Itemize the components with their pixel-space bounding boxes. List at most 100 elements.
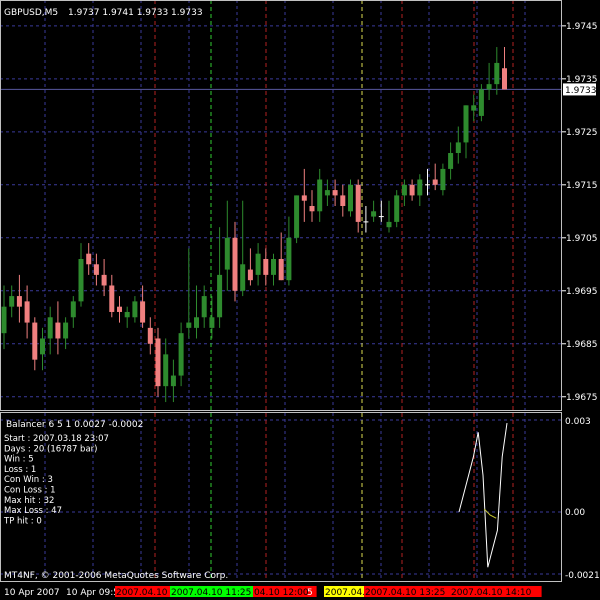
candle-body bbox=[409, 184, 415, 196]
candle bbox=[294, 195, 300, 244]
candle-body bbox=[355, 184, 361, 222]
indicator-stat-line: Con Loss : 1 bbox=[4, 486, 56, 496]
time-tag-label: 2007.04.10 13:25 bbox=[365, 588, 445, 598]
candle-body bbox=[247, 269, 253, 281]
candle-body bbox=[132, 301, 138, 318]
candle-body bbox=[394, 195, 400, 222]
candle-body bbox=[47, 317, 53, 339]
indicator-stat-line: Max hit : 32 bbox=[4, 496, 54, 506]
time-tag: 2007.04.10 11:25 bbox=[170, 586, 262, 598]
candle-body bbox=[271, 258, 276, 275]
time-tag: 2007.04.10 13:25 bbox=[364, 586, 456, 598]
candle-body bbox=[124, 311, 130, 318]
indicator-stat-line: Win : 5 bbox=[4, 455, 34, 465]
price-tick-label: 1.9695 bbox=[566, 287, 598, 297]
candle-body bbox=[286, 237, 292, 281]
candle bbox=[478, 84, 484, 122]
candle-body bbox=[16, 296, 22, 307]
candle-body bbox=[117, 306, 122, 312]
candle-body bbox=[194, 317, 199, 328]
candle-body bbox=[201, 296, 207, 318]
candle-body bbox=[163, 354, 169, 387]
price-tick-label: 1.9735 bbox=[566, 75, 598, 85]
candle bbox=[394, 190, 400, 228]
candle-body bbox=[1, 306, 7, 334]
trading-chart[interactable]: GBPUSD,M5 1.9737 1.9741 1.9733 1.9733 1.… bbox=[0, 0, 600, 600]
price-tick-label: 1.9725 bbox=[566, 128, 598, 138]
indicator-axis-bottom: -0.0021 bbox=[565, 571, 600, 581]
candle-body bbox=[309, 206, 315, 212]
indicator-axis-top: 0.003 bbox=[565, 417, 591, 427]
time-axis[interactable]: 10 Apr 2007 10 Apr 09:5 2007.04.10 2007.0… bbox=[4, 586, 542, 598]
candle-body bbox=[502, 68, 507, 90]
candle-body bbox=[224, 237, 230, 270]
candle-body bbox=[401, 184, 407, 196]
candle-body bbox=[178, 333, 184, 376]
candle-body bbox=[40, 338, 45, 355]
time-tag-label: 2007.04. bbox=[325, 588, 365, 598]
indicator-stat-line: Loss : 1 bbox=[4, 465, 36, 475]
candle-body bbox=[471, 105, 477, 111]
candle-body bbox=[147, 327, 153, 344]
time-tag-label: 2007.04.10 14:10 bbox=[451, 588, 532, 598]
candle-body bbox=[101, 274, 107, 286]
candle-body bbox=[301, 195, 307, 201]
candle-body bbox=[494, 62, 500, 85]
time-tag-label: 2007.04.10 bbox=[116, 588, 168, 598]
price-tick-label: 1.9745 bbox=[566, 22, 598, 32]
time-label-time: 10 Apr 09:5 bbox=[66, 588, 119, 598]
indicator-stat-line: Days : 20 (16787 bar) bbox=[4, 444, 97, 454]
candle-body bbox=[440, 168, 446, 191]
current-price-value: 1.9733 bbox=[565, 86, 597, 96]
time-tag-label: 2007.04.10 11:25 bbox=[171, 588, 251, 598]
time-tag-label: 04.10 12:00 bbox=[254, 588, 309, 598]
candle-body bbox=[209, 317, 215, 328]
candle-body bbox=[417, 179, 423, 196]
indicator-stat-line: Con Win : 3 bbox=[4, 475, 53, 485]
candle-body bbox=[463, 105, 469, 143]
candle-body bbox=[86, 253, 92, 265]
ohlc-values: 1.9737 1.9741 1.9733 1.9733 bbox=[68, 8, 203, 18]
candle-body bbox=[109, 285, 115, 312]
time-tag: 5 bbox=[307, 588, 313, 598]
price-tick-label: 1.9675 bbox=[566, 393, 598, 403]
candle-body bbox=[455, 142, 461, 154]
candle-body bbox=[217, 274, 223, 318]
time-tag-label: 5 bbox=[307, 588, 313, 598]
candle-body bbox=[263, 258, 269, 275]
candle-body bbox=[432, 179, 438, 185]
candle-body bbox=[348, 184, 353, 212]
current-price-label: 1.9733 bbox=[563, 83, 597, 96]
candle-body bbox=[294, 195, 300, 238]
candle-body bbox=[255, 253, 261, 275]
candle-body bbox=[486, 84, 492, 90]
candle-body bbox=[70, 301, 76, 318]
symbol-timeframe: GBPUSD,M5 bbox=[4, 8, 58, 18]
candle-body bbox=[186, 322, 192, 328]
time-tags: 2007.04.10 2007.04.10 11:25 04.10 12:005 20… bbox=[115, 586, 542, 598]
candle-body bbox=[448, 153, 454, 169]
candle-body bbox=[32, 322, 38, 360]
price-tick-label: 1.9685 bbox=[566, 340, 598, 350]
time-label-date: 10 Apr 2007 bbox=[4, 588, 60, 598]
copyright-footer: MT4NF, © 2001-2006 MetaQuotes Software C… bbox=[4, 571, 228, 581]
candle-body bbox=[386, 221, 392, 228]
candle-body bbox=[240, 264, 246, 291]
time-tag: 2007.04.10 bbox=[115, 586, 173, 598]
candle-body bbox=[155, 338, 161, 387]
candle-body bbox=[78, 258, 84, 302]
time-tag: 2007.04.10 14:10 bbox=[450, 586, 542, 598]
candle-body bbox=[55, 322, 61, 339]
indicator-axis-zero: 0.00 bbox=[565, 508, 585, 518]
candle-body bbox=[340, 195, 346, 206]
indicator-stat-line: Max Loss : 47 bbox=[4, 506, 62, 516]
candle-body bbox=[324, 190, 330, 196]
candle-body bbox=[140, 301, 146, 323]
candle-body bbox=[63, 322, 69, 339]
candle-body bbox=[232, 237, 238, 291]
candle-body bbox=[93, 264, 99, 275]
candle bbox=[348, 179, 353, 217]
candle-body bbox=[9, 296, 15, 307]
candle-body bbox=[478, 89, 484, 116]
price-tick-label: 1.9715 bbox=[566, 181, 598, 191]
